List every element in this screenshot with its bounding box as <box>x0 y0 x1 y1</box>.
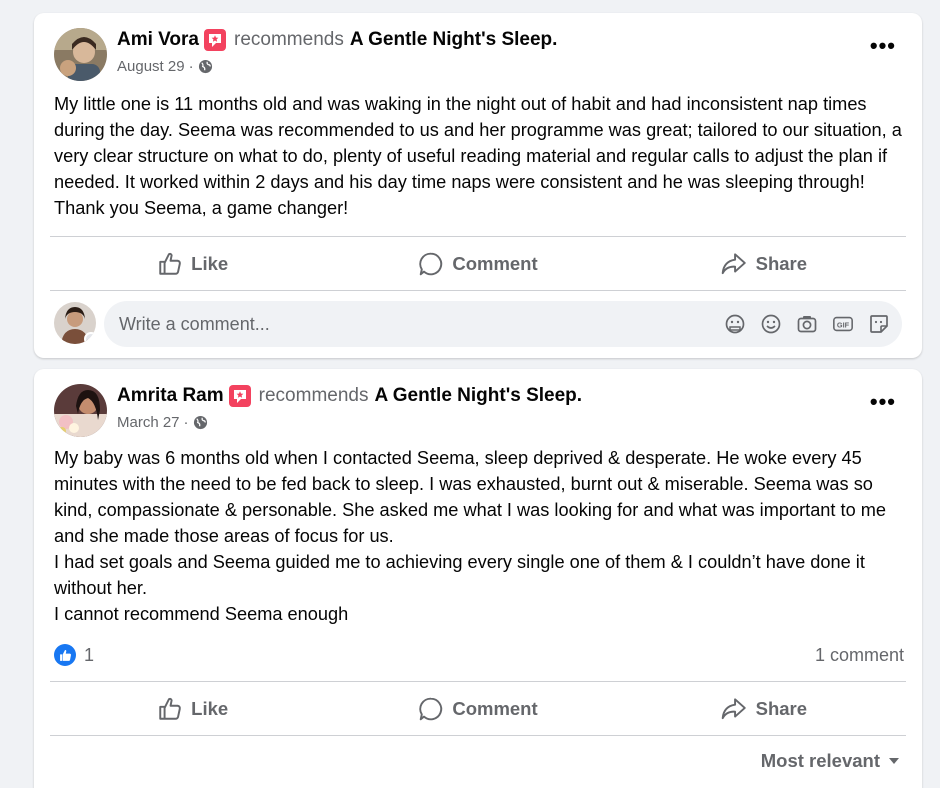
more-options-button[interactable]: ••• <box>870 391 896 413</box>
caret-down-icon <box>889 758 899 764</box>
author-name[interactable]: Ami Vora <box>117 29 199 51</box>
like-label: Like <box>191 253 229 274</box>
share-button[interactable]: Share <box>621 683 906 735</box>
like-button[interactable]: Like <box>50 683 335 735</box>
like-button[interactable]: Like <box>50 238 335 290</box>
comment-button[interactable]: Comment <box>335 683 620 735</box>
page-name-link[interactable]: A Gentle Night's Sleep. <box>350 29 558 51</box>
recommend-star-icon <box>204 29 227 51</box>
camera-icon[interactable] <box>796 313 818 335</box>
post-date[interactable]: March 27 <box>117 414 180 431</box>
post-card: Amrita Ram recommends A Gentle Night's S… <box>34 369 922 788</box>
comment-input[interactable] <box>119 301 679 347</box>
more-options-button[interactable]: ••• <box>870 35 896 57</box>
avatar-sticker-icon[interactable] <box>868 313 890 335</box>
reaction-summary[interactable]: 1 <box>54 644 94 666</box>
comment-composer: GIF <box>54 301 902 347</box>
svg-text:GIF: GIF <box>837 321 850 330</box>
comment-label: Comment <box>452 698 538 719</box>
comment-label: Comment <box>452 253 538 274</box>
author-avatar[interactable] <box>54 384 107 437</box>
comment-sort-dropdown[interactable]: Most relevant <box>761 750 900 772</box>
date-separator: · <box>188 58 194 75</box>
share-label: Share <box>755 698 808 719</box>
share-label: Share <box>755 253 808 274</box>
share-button[interactable]: Share <box>621 238 906 290</box>
share-arrow-icon <box>721 253 746 275</box>
divider <box>50 681 906 682</box>
post-actions: Like Comment Share <box>50 238 906 290</box>
reaction-count: 1 <box>84 644 95 665</box>
post-paragraph: My little one is 11 months old and was w… <box>54 94 902 218</box>
like-label: Like <box>191 698 229 719</box>
globe-icon <box>193 415 207 430</box>
comment-count-link[interactable]: 1 comment <box>815 645 904 666</box>
comment-sort-label: Most relevant <box>760 750 880 771</box>
divider <box>50 290 906 291</box>
comment-button[interactable]: Comment <box>335 238 620 290</box>
recommend-star-icon <box>228 385 251 407</box>
thumbs-up-icon <box>159 697 181 720</box>
thumbs-up-icon <box>159 252 181 275</box>
author-name[interactable]: Amrita Ram <box>117 385 224 407</box>
post-actions: Like Comment Share <box>50 683 906 735</box>
post-body: My little one is 11 months old and was w… <box>54 91 904 221</box>
like-reaction-icon <box>54 644 76 666</box>
post-body: My baby was 6 months old when I contacte… <box>54 445 904 627</box>
share-arrow-icon <box>721 698 746 720</box>
page-name-link[interactable]: A Gentle Night's Sleep. <box>374 385 582 407</box>
speech-bubble-icon <box>419 252 443 276</box>
chevron-down-icon[interactable] <box>84 332 96 344</box>
sticker-icon[interactable] <box>724 313 746 335</box>
recommends-label: recommends <box>234 29 344 50</box>
post-paragraph: I had set goals and Seema guided me to a… <box>54 552 865 598</box>
date-separator: · <box>183 414 189 431</box>
post-card: Ami Vora recommends A Gentle Night's Sle… <box>34 13 922 358</box>
author-avatar[interactable] <box>54 28 107 81</box>
viewer-avatar[interactable] <box>54 302 96 344</box>
divider <box>50 236 906 237</box>
comment-input-container: GIF <box>104 301 902 347</box>
recommends-label: recommends <box>258 385 369 406</box>
divider <box>50 735 906 736</box>
post-paragraph: My baby was 6 months old when I contacte… <box>54 448 887 546</box>
post-date[interactable]: August 29 <box>117 58 185 75</box>
post-paragraph: I cannot recommend Seema enough <box>54 604 349 624</box>
speech-bubble-icon <box>419 697 443 721</box>
gif-icon[interactable]: GIF <box>832 313 854 335</box>
globe-icon <box>198 59 212 74</box>
emoji-icon[interactable] <box>760 313 782 335</box>
